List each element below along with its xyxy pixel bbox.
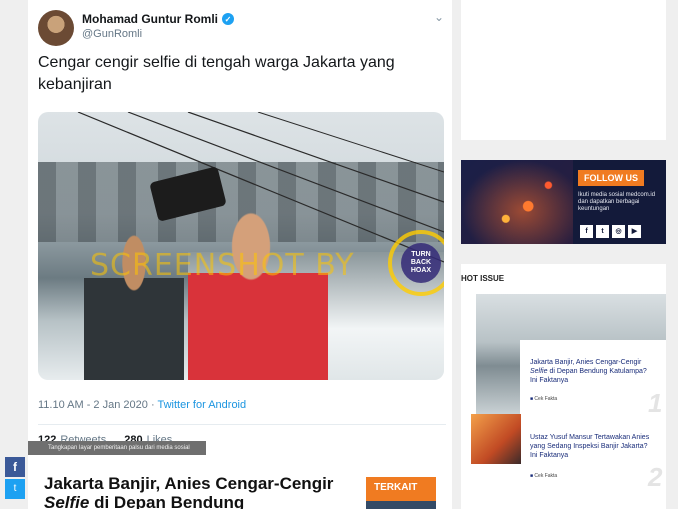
watermark-text: SCREENSHOT BY (90, 248, 355, 283)
chevron-down-icon: ⌄ (433, 10, 444, 24)
related-label: TERKAIT (366, 477, 436, 501)
instagram-icon[interactable]: ◎ (612, 225, 625, 238)
tweet-author: Mohamad Guntur Romli ✓ (82, 12, 234, 26)
facebook-share-icon[interactable]: f (5, 457, 25, 477)
hot-item-1-category[interactable]: Cek Fakta (530, 396, 557, 402)
twitter-icon[interactable]: t (596, 225, 609, 238)
follow-subtitle: Ikuti media sosial medcom.id dan dapatka… (578, 192, 656, 212)
ad-slot (461, 0, 666, 140)
image-caption: Tangkapan layar pemberitaan palsu dari m… (28, 441, 206, 455)
follow-title: FOLLOW US (578, 170, 644, 186)
twitter-share-icon[interactable]: t (5, 479, 25, 499)
hot-item-2-number: 2 (648, 462, 663, 492)
divider (38, 424, 446, 425)
hot-item-2-image[interactable] (471, 414, 521, 464)
seal-label: TURN BACK HOAX (401, 243, 441, 283)
hot-item-1-title[interactable]: Jakarta Banjir, Anies Cengar-Cengir Self… (530, 358, 656, 385)
verified-icon: ✓ (222, 13, 234, 25)
author-name: Mohamad Guntur Romli (82, 12, 218, 26)
network-graphic (461, 160, 573, 244)
hot-issue-title: HOT ISSUE (461, 274, 505, 283)
facebook-icon[interactable]: f (580, 225, 593, 238)
tweet-via[interactable]: Twitter for Android (157, 399, 246, 411)
tweet-text: Cengar cengir selfie di tengah warga Jak… (38, 54, 395, 93)
hot-item-1-number: 1 (648, 388, 663, 418)
hot-item-2-title[interactable]: Ustaz Yusuf Mansur Tertawakan Anies yang… (530, 433, 656, 460)
person-selfie (188, 202, 328, 380)
youtube-icon[interactable]: ▶ (628, 225, 641, 238)
related-thumbnail[interactable] (366, 501, 436, 509)
tweet-meta: 11.10 AM - 2 Jan 2020 · Twitter for Andr… (38, 399, 247, 411)
hot-item-2-category[interactable]: Cek Fakta (530, 473, 557, 479)
tweet-screenshot: Mohamad Guntur Romli ✓ @GunRomli ⌄ Cenga… (28, 0, 452, 456)
article-headline: Jakarta Banjir, Anies Cengar-Cengir Self… (44, 474, 334, 509)
author-handle: @GunRomli (82, 28, 143, 40)
tweet-timestamp: 11.10 AM - 2 Jan 2020 (38, 399, 148, 411)
avatar (38, 10, 74, 46)
follow-us-banner: FOLLOW US Ikuti media sosial medcom.id d… (461, 160, 666, 244)
tweet-photo[interactable]: SCREENSHOT BY TURN BACK HOAX (38, 112, 444, 380)
